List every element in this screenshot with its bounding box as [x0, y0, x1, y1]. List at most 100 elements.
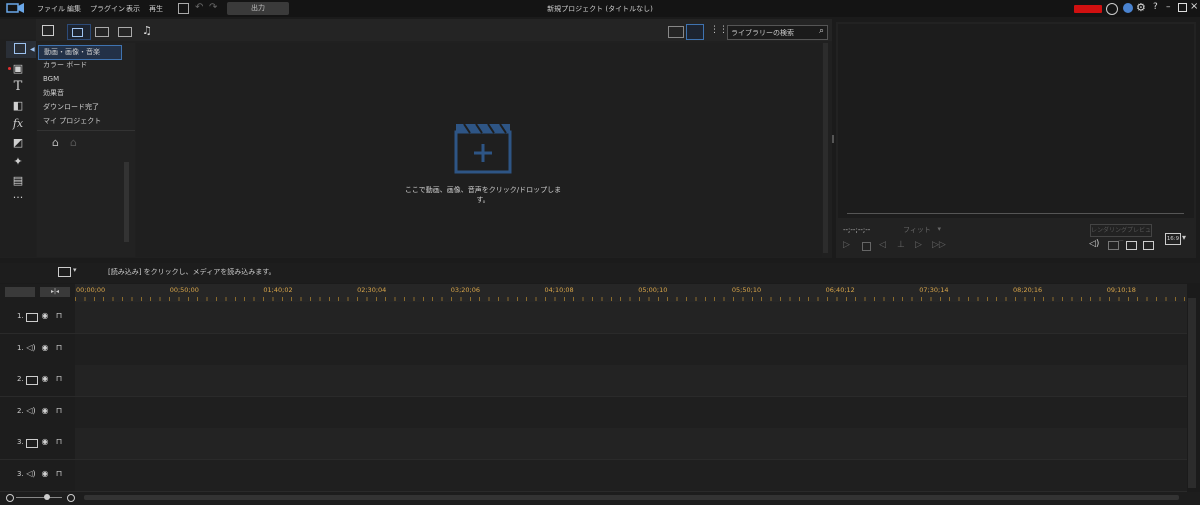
volume-icon[interactable]: ◁): [1089, 239, 1099, 249]
category-downloaded[interactable]: ダウンロード完了: [38, 101, 99, 114]
more-icon[interactable]: ···: [10, 191, 26, 205]
timecode-display: --;--;--;--: [843, 226, 871, 234]
track-lane[interactable]: [75, 302, 1187, 334]
category-color-board[interactable]: カラー ボード: [38, 59, 87, 72]
panel-splitter-handle[interactable]: [832, 135, 834, 143]
image-filter-icon[interactable]: [118, 27, 132, 37]
track-lane[interactable]: [75, 428, 1187, 460]
timeline-vscroll[interactable]: [1188, 298, 1196, 488]
subtitle-room-icon[interactable]: ▤: [10, 174, 26, 188]
ruler-label: 05;00;10: [638, 286, 668, 294]
track-lane[interactable]: [75, 365, 1187, 397]
snapshot-icon[interactable]: [1108, 241, 1119, 250]
import-folder-icon[interactable]: [58, 267, 71, 277]
eye-icon[interactable]: ◉: [40, 311, 50, 321]
maximize-icon[interactable]: [1178, 3, 1187, 12]
lock-icon[interactable]: ⊓: [54, 406, 64, 416]
timeline-track[interactable]: 2. ◁) ◉ ⊓: [0, 396, 1187, 429]
search-input[interactable]: ライブラリーの検索 ⌕: [727, 25, 828, 40]
close-icon[interactable]: ×: [1190, 1, 1198, 12]
video-filter-icon[interactable]: [95, 27, 109, 37]
search-placeholder: ライブラリーの検索: [731, 29, 794, 37]
aspect-chevron-icon[interactable]: ▾: [1182, 233, 1186, 242]
eye-icon[interactable]: ◉: [40, 343, 50, 353]
template-room-icon[interactable]: ▣: [10, 62, 26, 76]
folder-chevron-icon[interactable]: ▾: [73, 266, 77, 274]
category-bgm[interactable]: BGM: [38, 73, 59, 86]
music-filter-icon[interactable]: ♫: [142, 24, 152, 37]
lock-icon[interactable]: ⊓: [54, 343, 64, 353]
remove-tag-icon[interactable]: ⌂: [70, 136, 77, 149]
track-label: 1.: [17, 312, 24, 320]
timeline-track[interactable]: 3. ◉ ⊓: [0, 428, 1187, 460]
category-my-projects[interactable]: マイ プロジェクト: [38, 115, 101, 128]
ruler-label: 03;20;06: [450, 286, 480, 294]
title-room-icon[interactable]: T: [10, 80, 26, 94]
search-icon[interactable]: ⌕: [819, 26, 824, 36]
gear-icon[interactable]: ⚙: [1136, 1, 1146, 14]
fx-room-icon[interactable]: fx: [10, 117, 26, 131]
eye-icon[interactable]: ◉: [40, 437, 50, 447]
library-scrollbar[interactable]: [823, 43, 828, 253]
fit-dropdown[interactable]: フィット ▾: [903, 225, 943, 235]
help-icon[interactable]: ?: [1153, 2, 1158, 12]
media-room-icon: [14, 43, 26, 54]
lock-icon[interactable]: ⊓: [54, 311, 64, 321]
timeline-track[interactable]: 2. ◉ ⊓: [0, 365, 1187, 397]
zoom-out-icon[interactable]: [6, 494, 14, 502]
audio-track-icon: ◁): [26, 405, 36, 415]
eye-icon[interactable]: ◉: [40, 469, 50, 479]
timeline-track[interactable]: 3. ◁) ◉ ⊓: [0, 459, 1187, 492]
aspect-ratio-dropdown[interactable]: 16:9: [1165, 233, 1181, 245]
previous-frame-icon[interactable]: ◁: [879, 240, 886, 250]
zoom-in-icon[interactable]: [67, 494, 75, 502]
ruler-label: 08;20;16: [1013, 286, 1043, 294]
add-media-icon[interactable]: [454, 122, 512, 174]
lock-icon[interactable]: ⊓: [54, 374, 64, 384]
track-lane[interactable]: [75, 459, 1187, 492]
render-preview-button[interactable]: レンダリングプレビュー: [1090, 224, 1152, 245]
timeline-hscroll[interactable]: [84, 495, 1179, 500]
transition-room-icon[interactable]: ◧: [10, 99, 26, 113]
status-badge[interactable]: [1074, 5, 1102, 13]
fast-forward-icon[interactable]: ▷▷: [932, 240, 946, 250]
next-frame-icon[interactable]: ▷: [915, 240, 922, 250]
user-icon[interactable]: [1106, 3, 1118, 15]
fit-timeline-button[interactable]: ▸|◂: [40, 287, 70, 297]
grid-view-icon[interactable]: [686, 24, 704, 40]
eye-icon[interactable]: ◉: [40, 406, 50, 416]
preview-slider[interactable]: [847, 213, 1184, 214]
add-tag-icon[interactable]: ⌂: [52, 136, 59, 149]
timeline-track[interactable]: 1. ◉ ⊓: [0, 302, 1187, 334]
video-track-icon: [26, 439, 38, 448]
import-hint: [読み込み] をクリックし、メディアを読み込みます。: [108, 268, 276, 276]
list-view-icon[interactable]: [668, 26, 684, 38]
undock-icon[interactable]: [1143, 241, 1154, 250]
track-lane[interactable]: [75, 396, 1187, 429]
ruler-label: 06;40;12: [825, 286, 855, 294]
subtitle-icon[interactable]: [1126, 241, 1137, 250]
thumbnail-size-icon[interactable]: ⋮⋮: [710, 25, 728, 35]
notification-icon[interactable]: [1123, 3, 1133, 13]
track-header: 3. ◁) ◉ ⊓: [0, 459, 75, 492]
lock-icon[interactable]: ⊓: [54, 469, 64, 479]
track-label: 2.: [17, 375, 24, 383]
category-sound-effects[interactable]: 効果音: [38, 87, 64, 100]
zoom-slider[interactable]: [16, 497, 62, 498]
track-lane[interactable]: [75, 333, 1187, 366]
zoom-thumb-icon[interactable]: [44, 494, 50, 500]
category-scrollbar[interactable]: [124, 162, 129, 242]
minimize-icon[interactable]: –: [1166, 2, 1171, 12]
eye-icon[interactable]: ◉: [40, 374, 50, 384]
track-label: 3.: [17, 438, 24, 446]
particle-room-icon[interactable]: ✦: [10, 155, 26, 169]
lock-icon[interactable]: ⊓: [54, 437, 64, 447]
play-icon[interactable]: ▷: [843, 240, 850, 250]
import-icon[interactable]: [42, 25, 54, 36]
split-icon[interactable]: ⊥: [897, 240, 905, 250]
timeline-track[interactable]: 1. ◁) ◉ ⊓: [0, 333, 1187, 366]
track-manager-button[interactable]: [5, 287, 35, 297]
overlay-room-icon[interactable]: ◩: [10, 136, 26, 150]
stop-icon[interactable]: [862, 242, 871, 251]
category-media[interactable]: 動画・画像・音楽: [38, 45, 122, 60]
